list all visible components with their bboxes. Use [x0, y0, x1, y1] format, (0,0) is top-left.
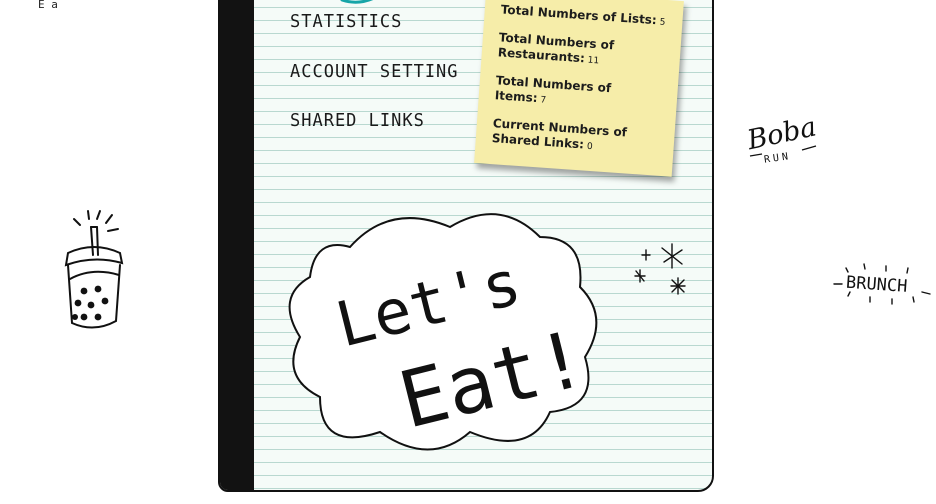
notebook-panel: STATISTICS ACCOUNT SETTING SHARED LINKS …	[218, 0, 714, 492]
stat-shared-value: 0	[586, 141, 593, 153]
boba-run-doodle: Boba RUN	[744, 108, 844, 172]
lets-eat-cloud: Let's Eat!	[288, 213, 598, 451]
sparkle-icon	[634, 243, 686, 295]
brunch-doodle: BRUNCH	[830, 262, 936, 312]
stat-shared-label: Current Numbers of Shared Links:	[491, 116, 628, 152]
statistics-sticky-note: Total Numbers of Lists: 5 Total Numbers o…	[474, 0, 684, 177]
stat-shared-links: Current Numbers of Shared Links: 0	[491, 116, 659, 160]
stat-lists: Total Numbers of Lists: 5	[500, 2, 667, 31]
brunch-text: BRUNCH	[845, 273, 908, 297]
boba-text: Boba	[744, 111, 819, 156]
stat-items: Total Numbers of Items: 7	[494, 73, 662, 117]
active-indicator-icon	[340, 0, 374, 4]
menu-statistics[interactable]: STATISTICS	[290, 12, 402, 33]
stat-lists-value: 5	[659, 17, 666, 28]
stat-lists-label: Total Numbers of Lists:	[500, 2, 658, 28]
notebook-spine	[220, 0, 254, 490]
stat-restaurants-value: 11	[587, 55, 600, 67]
stat-items-value: 7	[540, 95, 547, 106]
run-text: RUN	[763, 151, 791, 166]
menu-shared-links[interactable]: SHARED LINKS	[290, 111, 425, 132]
corner-scribble: E a	[38, 0, 98, 18]
stat-items-label: Total Numbers of Items:	[494, 73, 612, 106]
corner-scribble-text: E a	[38, 0, 58, 11]
menu-account-setting[interactable]: ACCOUNT SETTING	[290, 62, 459, 83]
boba-cup-illustration	[56, 205, 128, 339]
stat-restaurants: Total Numbers of Restaurants: 11	[497, 30, 665, 74]
